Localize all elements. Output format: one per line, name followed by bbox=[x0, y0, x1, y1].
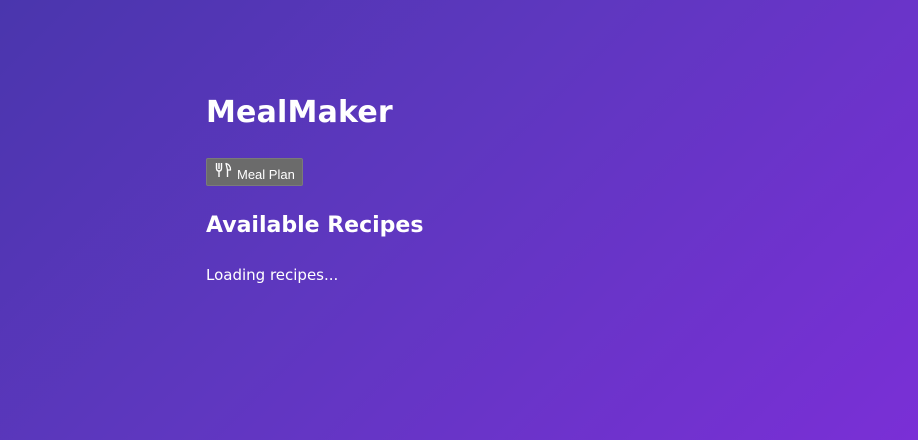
meal-plan-label: Meal Plan bbox=[237, 167, 295, 182]
main-content: MealMaker Meal Plan Available Recipes Lo… bbox=[206, 94, 726, 285]
recipes-heading: Available Recipes bbox=[206, 213, 424, 238]
meal-plan-button[interactable]: Meal Plan bbox=[206, 158, 303, 186]
fork-knife-icon bbox=[215, 162, 235, 182]
app-title: MealMaker bbox=[206, 95, 393, 130]
loading-status: Loading recipes... bbox=[206, 266, 339, 284]
